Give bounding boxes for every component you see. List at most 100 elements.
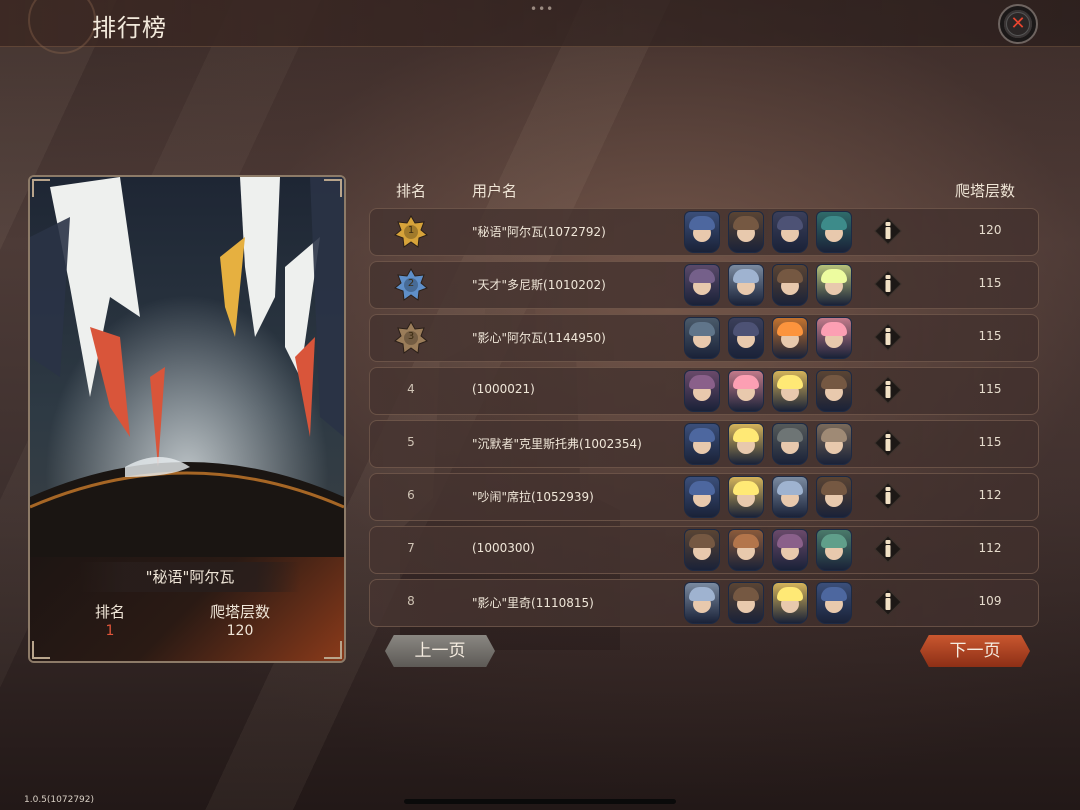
hero-portrait-icon[interactable] <box>816 264 852 306</box>
featured-rank-label: 排名 <box>94 603 125 621</box>
floor-count: 115 <box>978 382 1002 396</box>
table-row[interactable]: 7 (1000300) 112 <box>369 526 1039 574</box>
rank-number: 3 <box>407 331 415 342</box>
player-name: "沉默者"克里斯托弗(1002354) <box>472 437 642 451</box>
player-name: "影心"阿尔瓦(1144950) <box>472 331 606 345</box>
hero-lineup <box>684 476 852 518</box>
home-indicator[interactable] <box>404 799 676 804</box>
player-name: (1000021) <box>472 382 535 396</box>
top-bar: 排行榜 ••• ✕ <box>0 0 1080 54</box>
hero-lineup <box>684 423 852 465</box>
column-header-rank: 排名 <box>396 182 427 200</box>
player-name: "影心"里奇(1110815) <box>472 596 594 610</box>
hero-portrait-icon[interactable] <box>772 211 808 253</box>
hero-lineup <box>684 370 852 412</box>
card-corner <box>32 641 50 659</box>
table-row[interactable]: 5 "沉默者"克里斯托弗(1002354) 115 <box>369 420 1039 468</box>
hero-portrait-icon[interactable] <box>728 582 764 624</box>
column-header-floor: 爬塔层数 <box>955 182 1016 200</box>
card-corner <box>324 179 342 197</box>
hero-portrait-icon[interactable] <box>772 264 808 306</box>
floor-count: 120 <box>978 223 1002 237</box>
hero-portrait-icon[interactable] <box>816 423 852 465</box>
floor-count: 115 <box>978 435 1002 449</box>
hero-portrait-icon[interactable] <box>684 264 720 306</box>
info-icon[interactable] <box>874 217 902 245</box>
floor-count: 109 <box>978 594 1002 608</box>
card-corner <box>32 179 50 197</box>
hero-portrait-icon[interactable] <box>728 423 764 465</box>
info-icon[interactable] <box>874 323 902 351</box>
player-name: "秘语"阿尔瓦(1072792) <box>472 225 606 239</box>
hero-portrait-icon[interactable] <box>772 317 808 359</box>
hero-lineup <box>684 317 852 359</box>
table-row[interactable]: 2 "天才"多尼斯(1010202) 115 <box>369 261 1039 309</box>
hero-portrait-icon[interactable] <box>772 476 808 518</box>
table-row[interactable]: 3 "影心"阿尔瓦(1144950) 115 <box>369 314 1039 362</box>
hero-portrait-icon[interactable] <box>728 529 764 571</box>
featured-rank-value: 1 <box>105 623 115 639</box>
table-row[interactable]: 6 "吵闹"席拉(1052939) 112 <box>369 473 1039 521</box>
hero-lineup <box>684 264 852 306</box>
rank-number: 2 <box>407 278 415 289</box>
info-icon[interactable] <box>874 535 902 563</box>
rank-number: 5 <box>407 435 415 449</box>
hero-portrait-icon[interactable] <box>684 317 720 359</box>
close-button[interactable]: ✕ <box>998 4 1038 44</box>
featured-floor-value: 120 <box>226 623 254 639</box>
next-page-button[interactable]: 下一页 <box>920 635 1030 667</box>
hero-portrait-icon[interactable] <box>816 529 852 571</box>
featured-player-card: "秘语"阿尔瓦 排名 1 爬塔层数 120 <box>28 175 346 663</box>
hero-portrait-icon[interactable] <box>684 370 720 412</box>
hero-portrait-icon[interactable] <box>816 582 852 624</box>
rank-number: 8 <box>407 594 415 608</box>
version-label: 1.0.5(1072792) <box>24 795 95 805</box>
hero-portrait-icon[interactable] <box>684 582 720 624</box>
table-row[interactable]: 8 "影心"里奇(1110815) 109 <box>369 579 1039 627</box>
hero-portrait-icon[interactable] <box>728 476 764 518</box>
hero-portrait-icon[interactable] <box>684 423 720 465</box>
featured-player-name: "秘语"阿尔瓦 <box>80 562 300 592</box>
hero-portrait-icon[interactable] <box>772 582 808 624</box>
column-header-username: 用户名 <box>472 182 518 200</box>
rank-number: 6 <box>407 488 415 502</box>
player-name: (1000300) <box>472 541 535 555</box>
hero-portrait-icon[interactable] <box>816 370 852 412</box>
hero-portrait-icon[interactable] <box>772 370 808 412</box>
hero-portrait-icon[interactable] <box>684 211 720 253</box>
hero-lineup <box>684 211 852 253</box>
hero-portrait-icon[interactable] <box>772 423 808 465</box>
info-icon[interactable] <box>874 270 902 298</box>
floor-count: 112 <box>978 488 1002 502</box>
info-icon[interactable] <box>874 482 902 510</box>
rank-number: 4 <box>407 382 415 396</box>
hero-portrait-icon[interactable] <box>728 370 764 412</box>
info-icon[interactable] <box>874 429 902 457</box>
info-icon[interactable] <box>874 588 902 616</box>
table-row[interactable]: 1 "秘语"阿尔瓦(1072792) 120 <box>369 208 1039 256</box>
menu-dots[interactable]: ••• <box>530 2 554 16</box>
hero-portrait-icon[interactable] <box>816 476 852 518</box>
hero-portrait-icon[interactable] <box>684 476 720 518</box>
info-icon[interactable] <box>874 376 902 404</box>
hero-portrait-icon[interactable] <box>728 211 764 253</box>
arena-banner-art <box>30 177 344 572</box>
floor-count: 112 <box>978 541 1002 555</box>
player-name: "吵闹"席拉(1052939) <box>472 490 594 504</box>
rank-number: 1 <box>407 225 415 236</box>
rank-number: 7 <box>407 541 415 555</box>
hero-portrait-icon[interactable] <box>816 317 852 359</box>
hero-portrait-icon[interactable] <box>816 211 852 253</box>
table-row[interactable]: 4 (1000021) 115 <box>369 367 1039 415</box>
hero-portrait-icon[interactable] <box>772 529 808 571</box>
hero-lineup <box>684 529 852 571</box>
player-name: "天才"多尼斯(1010202) <box>472 278 606 292</box>
hero-portrait-icon[interactable] <box>684 529 720 571</box>
hero-portrait-icon[interactable] <box>728 317 764 359</box>
page-title: 排行榜 <box>92 14 167 42</box>
floor-count: 115 <box>978 276 1002 290</box>
card-corner <box>324 641 342 659</box>
hero-lineup <box>684 582 852 624</box>
prev-page-button[interactable]: 上一页 <box>385 635 495 667</box>
hero-portrait-icon[interactable] <box>728 264 764 306</box>
